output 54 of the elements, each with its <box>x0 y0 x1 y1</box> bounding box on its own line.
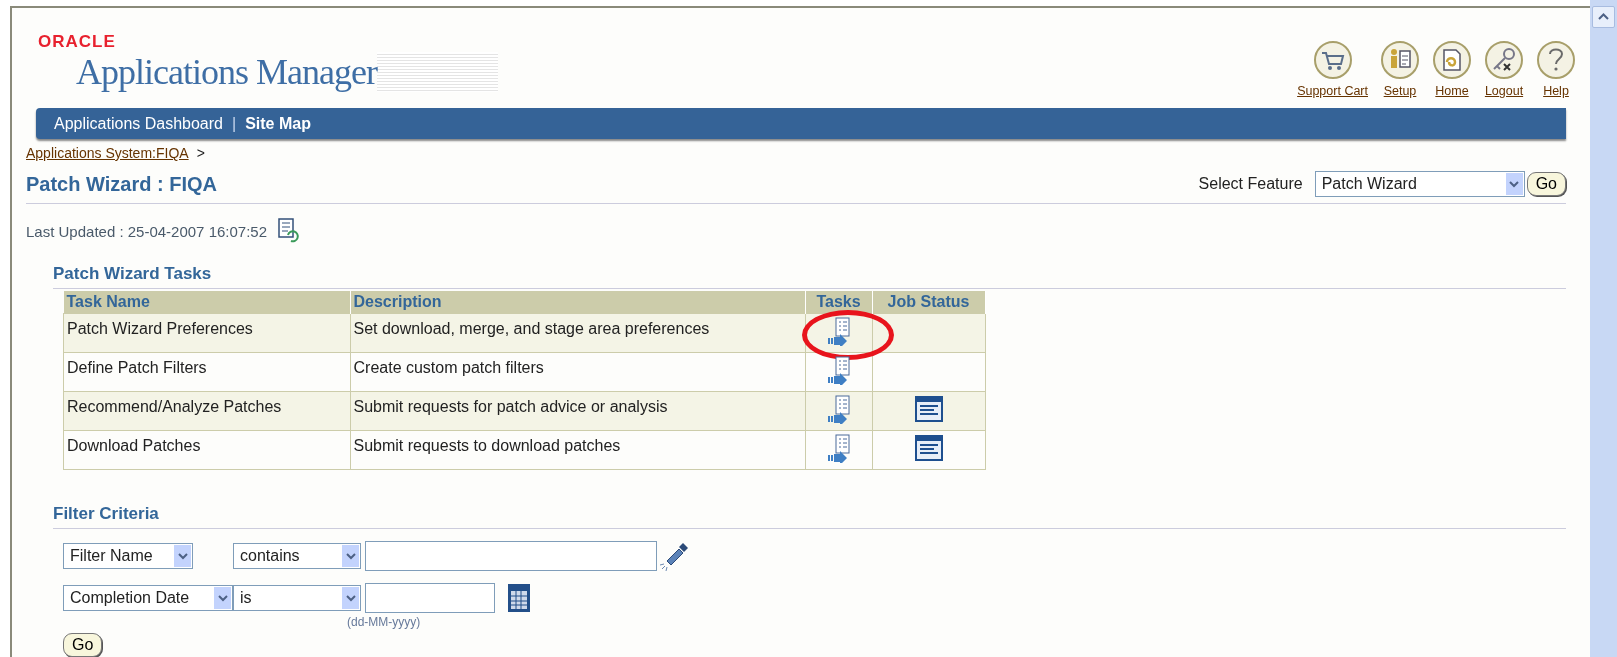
table-cell: Define Patch Filters <box>63 352 350 392</box>
go-button[interactable]: Go <box>1526 172 1566 196</box>
scroll-up-icon[interactable] <box>1592 6 1615 28</box>
task-list-icon[interactable] <box>825 433 852 463</box>
scrollbar[interactable] <box>1590 0 1617 657</box>
table-cell: Create custom patch filters <box>350 352 805 392</box>
help-icon[interactable] <box>1536 40 1576 80</box>
column-header: Description <box>350 291 805 314</box>
input-field[interactable] <box>365 541 657 571</box>
setup-icon[interactable] <box>1380 40 1420 80</box>
field-dropdown[interactable]: Completion Date <box>63 585 233 611</box>
date-format-hint: (dd-MM-yyyy) <box>347 615 422 629</box>
breadcrumb-separator: > <box>196 145 205 161</box>
refresh-icon[interactable] <box>277 218 302 244</box>
table-cell: Patch Wizard Preferences <box>63 313 350 353</box>
last-updated-text: Last Updated : 25-04-2007 16:07:52 <box>26 222 268 240</box>
table-cell: Download Patches <box>63 430 350 470</box>
column-header: Tasks <box>805 291 872 314</box>
job-status-icon[interactable] <box>914 435 943 461</box>
task-list-icon[interactable] <box>825 355 852 385</box>
table-cell: Recommend/Analyze Patches <box>63 391 350 431</box>
cart-icon[interactable] <box>1312 40 1353 80</box>
brand-logo: ORACLE <box>38 32 116 52</box>
key-icon[interactable] <box>1484 40 1524 80</box>
global-link[interactable]: Support Cart <box>1297 84 1368 98</box>
section-heading: Patch Wizard Tasks <box>53 264 1566 289</box>
operator-dropdown[interactable]: contains <box>233 543 361 569</box>
separator: | <box>232 114 237 133</box>
date-field[interactable] <box>365 583 495 613</box>
job-status-icon[interactable] <box>914 396 943 422</box>
calendar-icon[interactable] <box>507 583 531 613</box>
home-icon[interactable] <box>1432 40 1472 80</box>
global-link[interactable]: Logout <box>1484 84 1524 98</box>
global-link[interactable]: Help <box>1543 84 1569 98</box>
nav-tab[interactable]: Applications Dashboard <box>54 114 223 133</box>
table-cell: Submit requests for patch advice or analysis <box>350 391 805 431</box>
breadcrumb-link[interactable]: Applications System:FIQA <box>26 145 189 161</box>
section-heading: Filter Criteria <box>53 504 1566 529</box>
feature-dropdown[interactable]: Patch Wizard <box>1314 171 1525 197</box>
product-title: Applications Manager <box>38 52 377 92</box>
select-feature-label: Select Feature <box>1198 175 1303 193</box>
global-link[interactable]: Home <box>1435 84 1469 98</box>
column-header: Job Status <box>872 291 985 314</box>
table-cell: Submit requests to download patches <box>350 430 805 470</box>
operator-dropdown[interactable]: is <box>233 585 361 611</box>
page-title: Patch Wizard : FIQA <box>26 172 217 196</box>
nav-tab[interactable]: Site Map <box>245 114 311 133</box>
global-link[interactable]: Setup <box>1383 84 1417 98</box>
task-list-icon[interactable] <box>825 316 852 346</box>
field-dropdown[interactable]: Filter Name <box>63 543 193 569</box>
task-list-icon[interactable] <box>825 394 852 424</box>
column-header: Task Name <box>63 291 350 314</box>
go-button[interactable]: Go <box>63 633 103 657</box>
table-cell: Set download, merge, and stage area preferences <box>350 313 805 353</box>
